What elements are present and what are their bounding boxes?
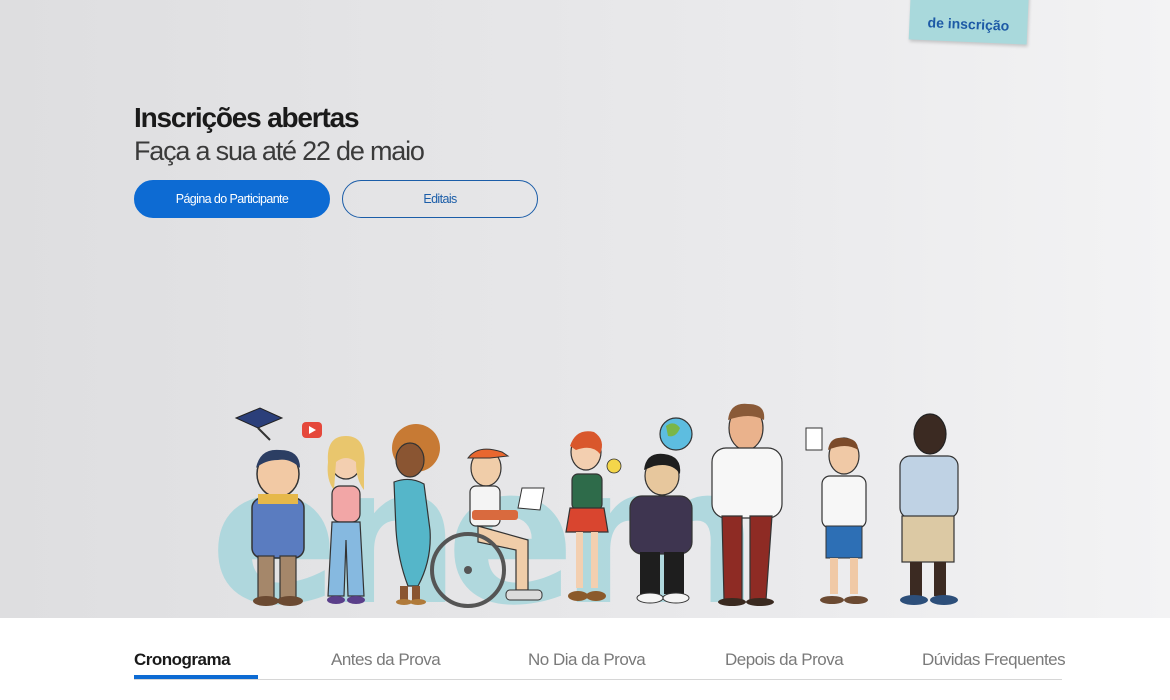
tab-depois-da-prova[interactable]: Depois da Prova	[725, 650, 844, 670]
hero-banner: de inscrição Inscrições abertas Faça a s…	[0, 0, 1170, 618]
tab-duvidas-frequentes[interactable]: Dúvidas Frequentes	[922, 650, 1066, 670]
editais-button[interactable]: Editais	[342, 180, 538, 218]
enem-characters-illustration: enem	[210, 403, 959, 618]
tabs-bar: Cronograma Antes da Prova No Dia da Prov…	[134, 640, 1066, 680]
character-8	[820, 437, 868, 604]
tab-cronograma[interactable]: Cronograma	[134, 650, 231, 670]
hero-subtitle: Faça a sua até 22 de maio	[134, 136, 425, 166]
registration-sticky-note[interactable]: de inscrição	[908, 0, 1030, 45]
participant-page-button[interactable]: Página do Participante	[134, 180, 330, 218]
tab-antes-da-prova[interactable]: Antes da Prova	[331, 650, 441, 670]
tab-no-dia-da-prova[interactable]: No Dia da Prova	[528, 650, 646, 670]
character-9	[899, 413, 959, 605]
globe-icon	[659, 417, 693, 451]
active-tab-underline	[134, 675, 258, 679]
video-play-icon	[302, 422, 322, 438]
hero-title: Inscrições abertas	[134, 102, 360, 133]
sticky-note-label: de inscrição	[927, 14, 1010, 34]
